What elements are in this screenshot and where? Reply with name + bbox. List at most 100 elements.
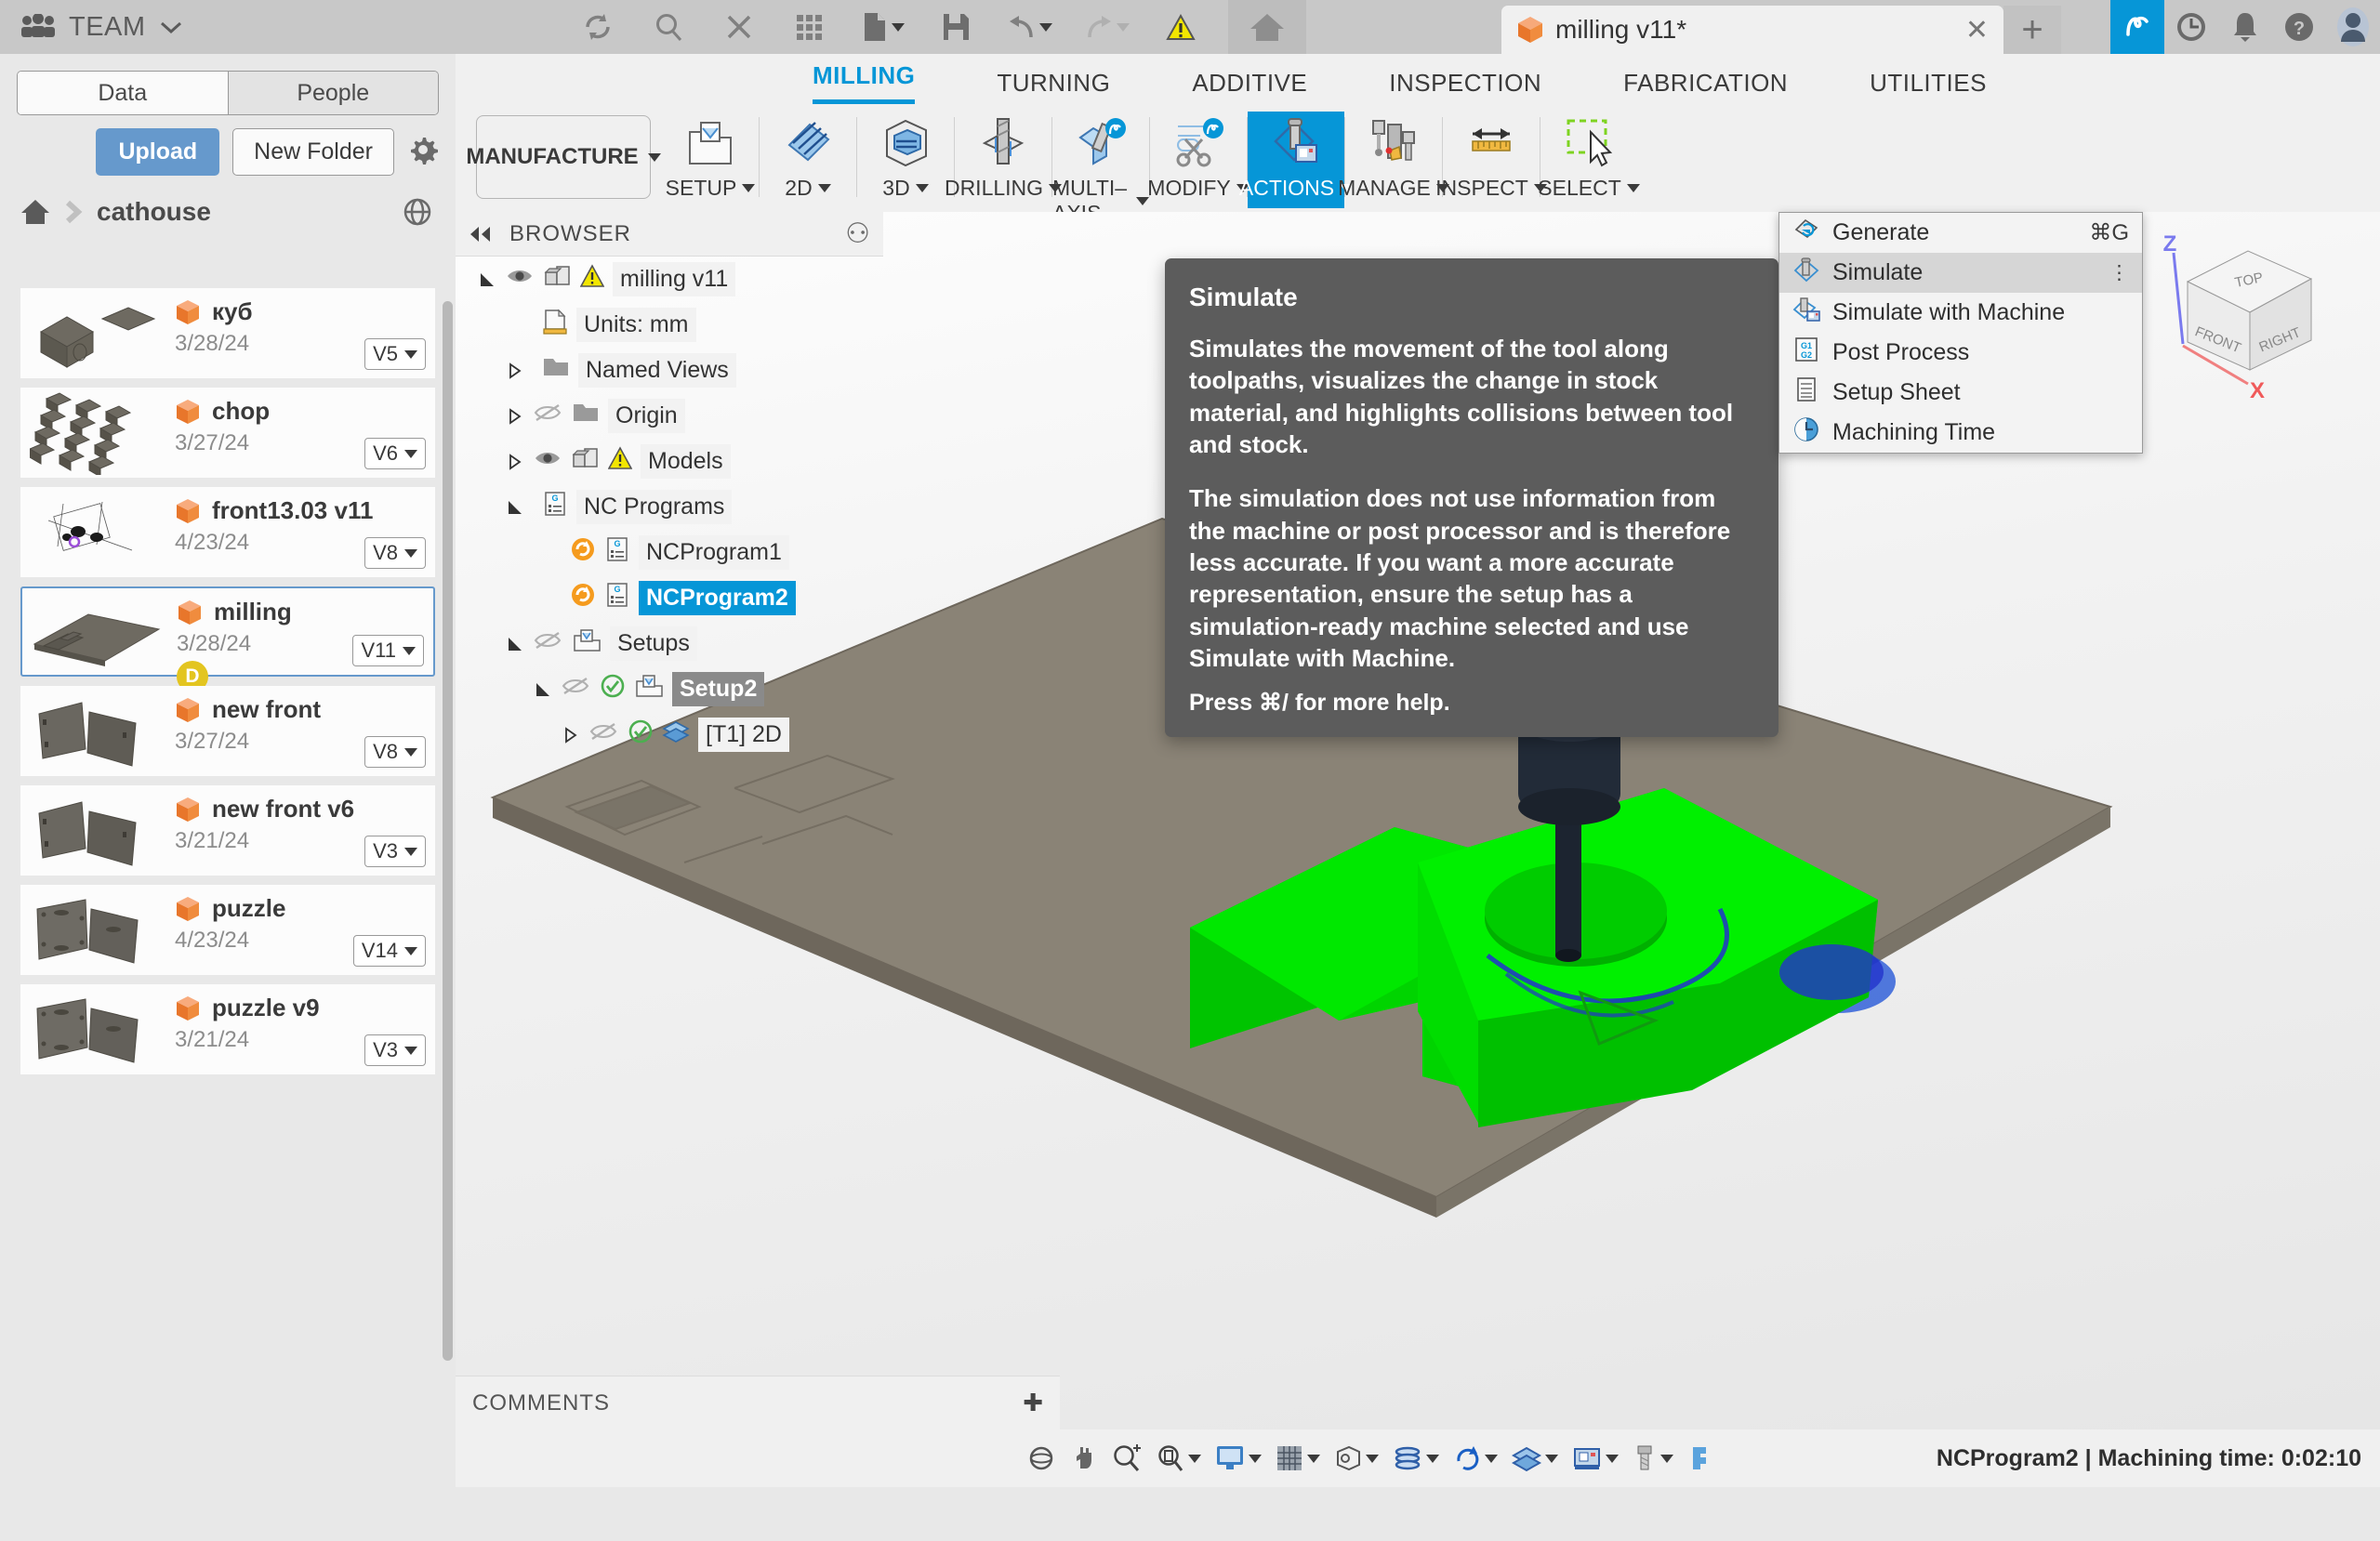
file-list-item[interactable]: куб 3/28/24 V5 (20, 288, 435, 378)
visibility-off-icon[interactable] (534, 402, 562, 423)
help-icon[interactable]: ? (2272, 0, 2326, 54)
home-icon[interactable] (20, 198, 50, 226)
menu-item-setup-sheet[interactable]: Setup Sheet (1779, 373, 2142, 413)
tree-expander[interactable] (533, 681, 553, 698)
browser-tree-item[interactable]: milling v11 (456, 257, 883, 302)
file-list-scrollbar[interactable] (443, 301, 453, 1361)
grid-icon[interactable] (788, 6, 831, 48)
tree-visibility-toggle[interactable] (589, 721, 619, 748)
tool-icon[interactable] (1628, 1441, 1678, 1476)
ribbon-tab-additive[interactable]: ADDITIVE (1151, 69, 1348, 98)
menu-item-post-process[interactable]: G1 G2 Post Process (1779, 333, 2142, 373)
ribbon-group-select[interactable]: SELECT (1538, 112, 1640, 208)
notifications-icon[interactable] (2218, 0, 2272, 54)
version-badge[interactable]: V3 (364, 836, 426, 867)
tab-data[interactable]: Data (18, 72, 228, 114)
version-badge[interactable]: V6 (364, 438, 426, 469)
browser-tree-item[interactable]: G NCProgram1 (456, 530, 883, 575)
version-badge[interactable]: V8 (364, 537, 426, 569)
expander-open-icon[interactable] (507, 636, 523, 652)
tree-expander[interactable] (477, 271, 497, 288)
ribbon-tab-inspection[interactable]: INSPECTION (1348, 69, 1582, 98)
close-icon[interactable] (718, 6, 760, 48)
tree-expander[interactable] (505, 407, 525, 425)
ribbon-group-multi-axis[interactable]: MULTI–AXIS (1052, 112, 1149, 225)
tree-visibility-toggle[interactable] (506, 266, 536, 293)
ribbon-group-actions[interactable]: ACTIONS (1239, 112, 1354, 208)
file-list-item[interactable]: puzzle 4/23/24 V14 (20, 885, 435, 975)
expander-closed-icon[interactable] (507, 407, 523, 425)
toolpath-icon[interactable] (1507, 1441, 1563, 1476)
zoom-window-icon[interactable] (1152, 1440, 1206, 1477)
expander-closed-icon[interactable] (507, 453, 523, 470)
toolpath-display-icon[interactable] (1388, 1441, 1444, 1476)
tree-expander[interactable] (505, 636, 525, 652)
machine-icon[interactable] (1567, 1441, 1623, 1476)
tree-visibility-toggle[interactable] (562, 676, 591, 703)
gear-icon[interactable] (407, 134, 439, 170)
version-badge[interactable]: V3 (364, 1034, 426, 1066)
viewcube[interactable]: TOP FRONT RIGHT Z X (2146, 230, 2332, 407)
tree-visibility-toggle[interactable] (534, 448, 563, 475)
tree-visibility-toggle[interactable] (534, 630, 563, 657)
zoom-icon[interactable] (1106, 1440, 1147, 1477)
visibility-off-icon[interactable] (534, 630, 562, 651)
upload-button[interactable]: Upload (96, 128, 220, 176)
file-list-item[interactable]: front13.03 v11 4/23/24 V8 (20, 487, 435, 577)
expander-closed-icon[interactable] (507, 362, 523, 379)
ribbon-group-manage[interactable]: MANAGE (1338, 112, 1449, 208)
breadcrumb-folder[interactable]: cathouse (97, 197, 211, 227)
browser-tree-item[interactable]: Origin (456, 393, 883, 439)
document-tab[interactable]: milling v11* ✕ (1501, 6, 2003, 54)
browser-tree-item[interactable]: G NC Programs (456, 484, 883, 530)
browser-tree-item[interactable]: Named Views (456, 348, 883, 393)
browser-tree-item[interactable]: G NCProgram2 (456, 575, 883, 621)
warning-icon[interactable] (1159, 6, 1202, 48)
browser-tree-item[interactable]: Setup2 (456, 666, 883, 712)
browser-tree-item[interactable]: [T1] 2D (456, 712, 883, 757)
grid-snap-icon[interactable] (1271, 1441, 1325, 1476)
tree-expander[interactable] (561, 726, 581, 744)
version-badge[interactable]: V11 (352, 635, 424, 666)
overflow-menu-icon[interactable]: ⋮ (2109, 263, 2129, 283)
tab-people[interactable]: People (227, 72, 438, 114)
pan-icon[interactable] (1064, 1441, 1102, 1476)
tree-expander[interactable] (505, 362, 525, 379)
visibility-icon[interactable] (506, 266, 534, 286)
team-selector[interactable]: TEAM (0, 0, 456, 54)
ribbon-group-drilling[interactable]: DRILLING (945, 112, 1063, 208)
simulation-icon[interactable] (1448, 1441, 1502, 1476)
browser-tree[interactable]: milling v11 Units: mm Named Views Origin Mod… (456, 257, 883, 757)
ribbon-tab-fabrication[interactable]: FABRICATION (1582, 69, 1829, 98)
version-badge[interactable]: V8 (364, 736, 426, 768)
file-list-item[interactable]: new front 3/27/24 V8 (20, 686, 435, 776)
pin-icon[interactable]: ⚇ (845, 217, 870, 250)
file-list-item[interactable]: puzzle v9 3/21/24 V3 (20, 984, 435, 1074)
browser-tree-item[interactable]: Setups (456, 621, 883, 666)
collapse-left-icon[interactable] (469, 225, 493, 244)
file-list[interactable]: куб 3/28/24 V5 chop 3/27/24 V6 front13.03 v11 4… (0, 288, 456, 1541)
expander-open-icon[interactable] (535, 681, 551, 698)
new-file-icon[interactable] (859, 6, 906, 48)
tree-expander[interactable] (505, 499, 525, 516)
add-comment-icon[interactable]: ✚ (1023, 1389, 1043, 1417)
ribbon-group-setup[interactable]: SETUP (662, 112, 759, 208)
globe-icon[interactable] (402, 196, 433, 228)
visibility-off-icon[interactable] (562, 676, 589, 696)
file-list-item[interactable]: milling 3/28/24 D V11 (20, 586, 435, 692)
new-tab-button[interactable]: + (2003, 6, 2061, 54)
fusion-logo-icon[interactable] (2110, 0, 2164, 54)
ribbon-group-2d[interactable]: 2D (760, 112, 856, 208)
menu-item-machining-time[interactable]: Machining Time (1779, 413, 2142, 453)
ribbon-tab-milling[interactable]: MILLING (772, 61, 956, 104)
account-avatar-icon[interactable] (2326, 0, 2380, 54)
tree-expander[interactable] (505, 453, 525, 470)
expander-open-icon[interactable] (507, 499, 523, 516)
expander-open-icon[interactable] (479, 271, 496, 288)
redo-icon[interactable] (1082, 6, 1131, 48)
file-list-item[interactable]: new front v6 3/21/24 V3 (20, 785, 435, 876)
viewports-icon[interactable] (1329, 1441, 1383, 1476)
ribbon-group-modify[interactable]: MODIFY (1147, 112, 1250, 208)
workspace-selector[interactable]: MANUFACTURE (466, 115, 661, 199)
new-folder-button[interactable]: New Folder (232, 128, 394, 176)
